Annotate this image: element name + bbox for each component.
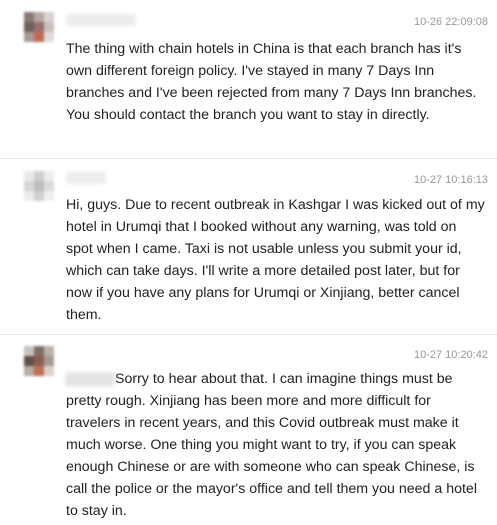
comment-timestamp: 10-27 10:16:13 — [413, 174, 488, 186]
comment-timestamp: 10-26 22:09:08 — [413, 16, 488, 28]
username[interactable] — [66, 14, 136, 26]
comment-item: 10-26 22:09:08 The thing with chain hote… — [0, 0, 497, 158]
comment-text-content: Sorry to hear about that. I can imagine … — [66, 371, 477, 519]
avatar[interactable] — [24, 171, 54, 201]
avatar[interactable] — [24, 12, 54, 42]
comment-text: Sorry to hear about that. I can imagine … — [66, 368, 486, 522]
comment-text: The thing with chain hotels in China is … — [66, 41, 477, 123]
comment-timestamp: 10-27 10:20:42 — [413, 349, 488, 361]
reply-mention[interactable] — [66, 373, 114, 386]
username[interactable] — [66, 172, 106, 184]
comment-item: 10-27 10:16:13 Hi, guys. Due to recent o… — [0, 159, 497, 335]
comment-item: 10-27 10:20:42 Sorry to hear about that.… — [0, 335, 497, 525]
avatar[interactable] — [24, 346, 54, 376]
comment-text: Hi, guys. Due to recent outbreak in Kash… — [66, 197, 485, 323]
